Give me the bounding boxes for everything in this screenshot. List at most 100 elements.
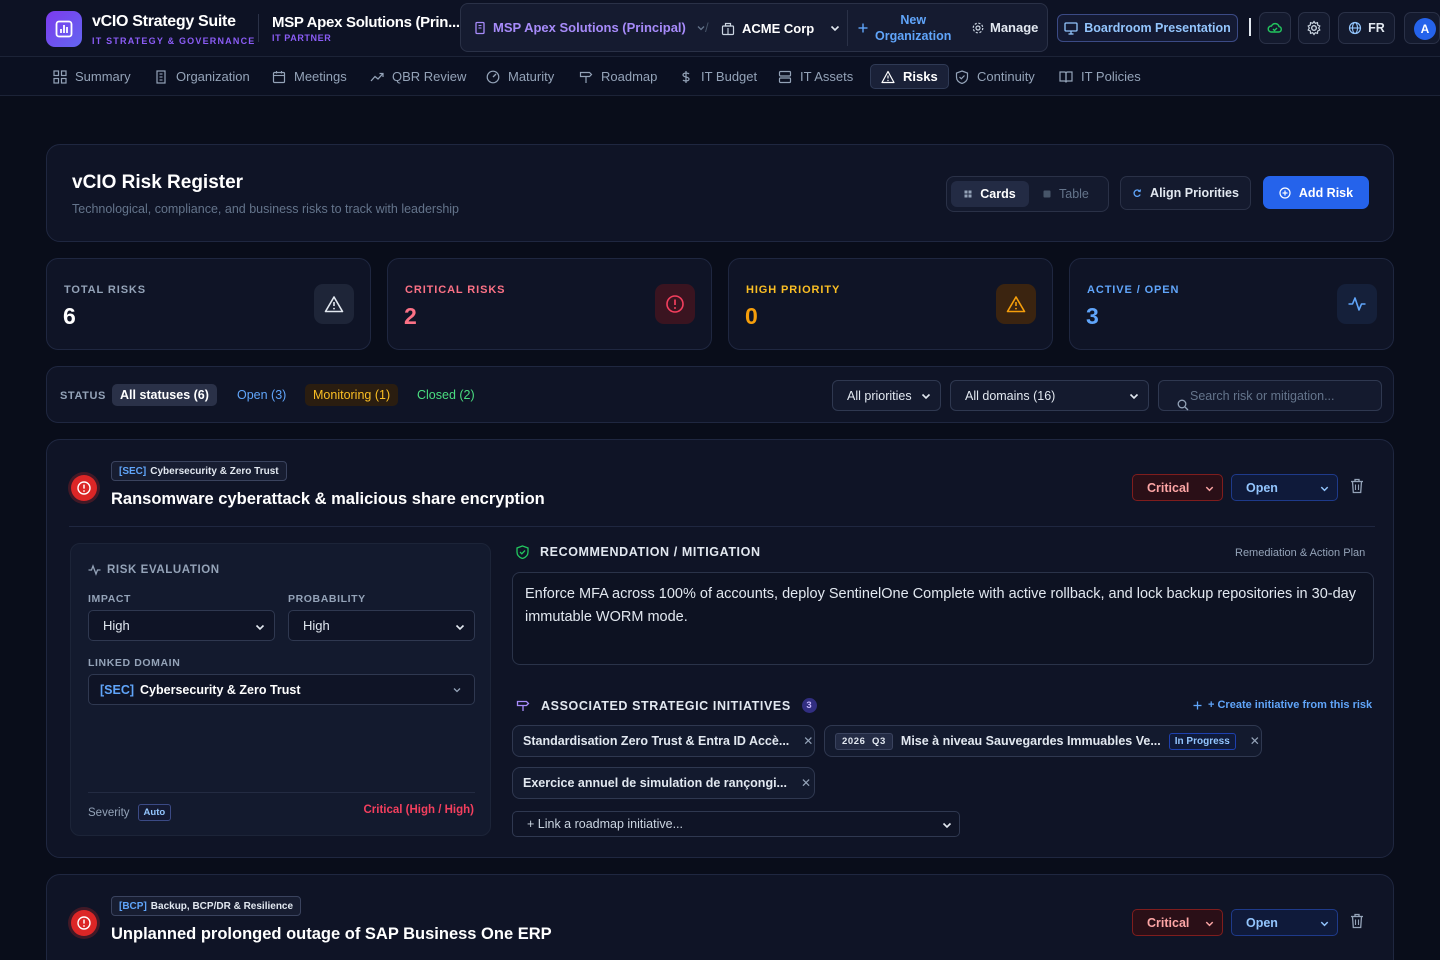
msp-name: MSP Apex Solutions (Principal) [493,20,686,35]
cloud-check-icon [1267,22,1282,33]
shield-icon [955,69,969,84]
status-select[interactable]: Open [1231,474,1338,501]
domain-filter-select[interactable]: All domains (16) [950,380,1149,411]
delete-risk-button[interactable] [1350,913,1364,929]
nav-item-continuity[interactable]: Continuity [955,64,1035,89]
cards-view-button[interactable]: Cards [951,181,1029,207]
nav-item-it-policies[interactable]: IT Policies [1059,64,1141,89]
nav-item-label: IT Assets [800,69,854,84]
risk-card: [SEC] Cybersecurity & Zero Trust Ransomw… [46,439,1394,858]
linked-domain-label: LINKED DOMAIN [88,657,181,669]
risk-card: [BCP] Backup, BCP/DR & Resilience Unplan… [46,874,1394,960]
filter-all-statuses[interactable]: All statuses (6) [112,384,217,406]
nav-item-summary[interactable]: Summary [53,64,131,89]
create-initiative-link[interactable]: + Create initiative from this risk [1193,699,1372,711]
settings-button[interactable] [1298,12,1330,44]
nav-item-risks[interactable]: Risks [870,64,949,89]
align-label: Align Priorities [1150,186,1239,200]
nav-item-it-assets[interactable]: IT Assets [778,64,853,89]
globe-icon [1349,21,1362,35]
link-initiative-placeholder: + Link a roadmap initiative... [527,817,683,831]
boardroom-presentation-button[interactable]: Boardroom Presentation [1057,14,1238,42]
divider [258,14,259,42]
domain-filter-value: All domains (16) [965,388,1056,403]
nav-item-qbr-review[interactable]: QBR Review [370,64,466,89]
remove-initiative-button[interactable]: ✕ [803,734,813,748]
nav-item-label: QBR Review [392,69,467,84]
client-selector[interactable]: ACME Corp [721,21,814,36]
link-initiative-select[interactable]: + Link a roadmap initiative... [512,811,960,837]
nav-item-organization[interactable]: Organization [154,64,250,89]
add-risk-button[interactable]: Add Risk [1263,176,1369,209]
divider [1249,18,1251,36]
priority-select[interactable]: Critical [1132,474,1223,501]
gear-icon [1307,20,1321,36]
chevron-down-icon [1320,486,1329,492]
initiatives-title: ASSOCIATED STRATEGIC INITIATIVES [541,698,791,713]
impact-select[interactable]: High [88,610,275,641]
delete-risk-button[interactable] [1350,478,1364,494]
refresh-icon [1133,189,1142,197]
nav-item-label: Summary [75,69,131,84]
new-organization-button[interactable]: New Organization [857,12,951,44]
nav-item-it-budget[interactable]: IT Budget [679,64,757,89]
org-title[interactable]: MSP Apex Solutions (Prin... [272,14,460,31]
status-select[interactable]: Open [1231,909,1338,936]
recommendation-heading: RECOMMENDATION / MITIGATION [516,545,761,559]
align-priorities-button[interactable]: Align Priorities [1120,176,1251,210]
initiative-chip[interactable]: Standardisation Zero Trust & Entra ID Ac… [512,725,815,757]
chevron-down-icon [1320,921,1329,927]
filter-monitoring[interactable]: Monitoring (1) [305,384,399,406]
probability-label: PROBABILITY [288,593,366,605]
warning-icon [881,70,895,84]
status-value: Open [1246,480,1278,495]
search-input[interactable]: Search risk or mitigation... [1158,380,1382,411]
nav-item-label: Roadmap [601,69,658,84]
priority-filter-select[interactable]: All priorities [832,380,941,411]
msp-selector[interactable]: MSP Apex Solutions (Principal) [473,20,706,35]
filter-closed[interactable]: Closed (2) [409,384,483,406]
domain-tag: [SEC] Cybersecurity & Zero Trust [111,461,287,481]
language-button[interactable]: FR [1338,12,1395,44]
alert-circle-icon [655,284,695,324]
chevron-down-icon[interactable] [829,22,841,34]
nav-item-roadmap[interactable]: Roadmap [579,64,657,89]
alert-circle-icon [71,910,97,936]
bar-chart-icon [55,20,73,38]
remediation-tag: Remediation & Action Plan [1235,547,1366,559]
initiative-chip[interactable]: Exercice annuel de simulation de rançong… [512,767,815,799]
manage-button[interactable]: Manage [971,20,1038,35]
domain-code: [SEC] [100,682,135,697]
app-logo[interactable] [46,11,82,47]
recommendation-textarea[interactable]: Enforce MFA across 100% of accounts, dep… [512,572,1374,665]
remove-initiative-button[interactable]: ✕ [1250,734,1260,748]
nav-item-label: IT Budget [701,69,758,84]
cloud-sync-button[interactable] [1259,12,1291,44]
divider [847,10,848,46]
initiatives-count: 3 [801,698,817,713]
alert-circle-icon [71,475,97,501]
activity-icon [88,564,101,576]
stat-label: HIGH PRIORITY [746,284,841,296]
avatar[interactable]: A [1404,12,1440,44]
nav-item-maturity[interactable]: Maturity [486,64,554,89]
status-value: Open [1246,915,1278,930]
risk-title[interactable]: Unplanned prolonged outage of SAP Busine… [111,925,552,944]
linked-domain-select[interactable]: [SEC] Cybersecurity & Zero Trust [88,674,475,705]
filter-open[interactable]: Open (3) [229,384,294,406]
priority-select[interactable]: Critical [1132,909,1223,936]
probability-select[interactable]: High [288,610,475,641]
remove-initiative-button[interactable]: ✕ [801,776,811,790]
auto-badge: Auto [137,804,172,821]
stat-value: 6 [63,303,76,329]
nav-item-meetings[interactable]: Meetings [272,64,347,89]
top-bar: vCIO Strategy Suite IT STRATEGY & GOVERN… [0,0,1440,57]
initiative-chip[interactable]: 2026 Q3 Mise à niveau Sauvegardes Immuab… [824,725,1262,757]
signpost-icon [516,700,530,711]
table-view-button[interactable]: Table [1037,181,1089,207]
domain-name: Backup, BCP/DR & Resilience [150,900,294,912]
risk-evaluation-panel: RISK EVALUATION IMPACT PROBABILITY High … [70,543,491,836]
nav-item-label: Continuity [977,69,1035,84]
risk-title[interactable]: Ransomware cyberattack & malicious share… [111,490,545,509]
divider [88,792,475,793]
